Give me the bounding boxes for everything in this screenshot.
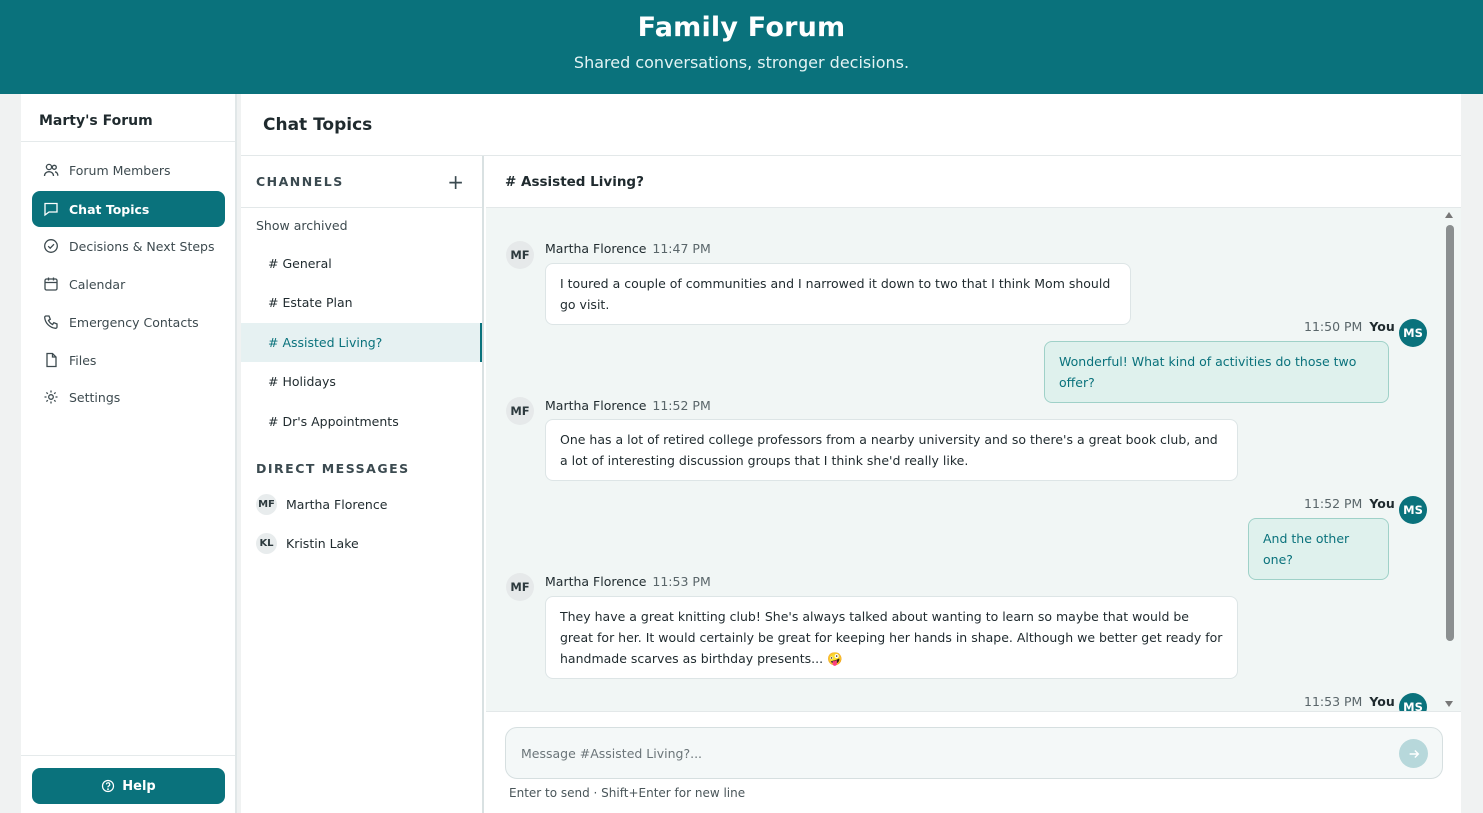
channel-title: # Assisted Living? <box>486 156 1461 208</box>
forum-name: Marty's Forum <box>21 94 235 142</box>
sidebar-footer: Help <box>21 755 235 813</box>
channel-item-drs-appointments[interactable]: # Dr's Appointments <box>241 402 482 441</box>
avatar: MF <box>506 397 534 425</box>
sidebar: Marty's Forum Forum Members Chat Topics … <box>21 94 237 813</box>
dm-name: Martha Florence <box>286 497 388 512</box>
message-time: 11:47 PM <box>652 241 711 256</box>
sidebar-item-emergency-contacts[interactable]: Emergency Contacts <box>32 304 225 340</box>
message-meta: Martha Florence 11:52 PM <box>545 398 711 413</box>
message-composer: Enter to send · Shift+Enter for new line <box>486 711 1461 813</box>
message-bubble: Wonderful! What kind of activities do th… <box>1044 341 1389 403</box>
show-archived-link[interactable]: Show archived <box>256 218 348 233</box>
gear-icon <box>44 390 58 404</box>
channels-header: CHANNELS + <box>241 156 482 208</box>
scrollbar[interactable] <box>1444 208 1454 711</box>
message-list[interactable]: MF Martha Florence 11:47 PM I toured a co… <box>486 208 1461 711</box>
check-circle-icon <box>44 239 58 253</box>
chat-bubble-icon <box>44 202 58 217</box>
message-time: 11:52 PM <box>652 398 711 413</box>
help-circle-icon <box>102 779 115 793</box>
dm-item-martha-florence[interactable]: MF Martha Florence <box>256 494 387 515</box>
message-meta: Martha Florence 11:47 PM <box>545 241 711 256</box>
message-time: 11:53 PM <box>652 574 711 589</box>
calendar-icon <box>44 277 58 291</box>
file-icon <box>46 352 57 368</box>
message-author: Martha Florence <box>545 398 647 413</box>
message-meta: 11:53 PM You <box>1304 694 1395 709</box>
sidebar-item-label: Chat Topics <box>69 201 150 217</box>
sidebar-item-chat-topics[interactable]: Chat Topics <box>32 191 225 227</box>
channel-item-general[interactable]: # General <box>241 244 482 283</box>
sidebar-item-calendar[interactable]: Calendar <box>32 266 225 302</box>
avatar: MS <box>1399 693 1427 711</box>
avatar: KL <box>256 533 277 554</box>
app-subtitle: Shared conversations, stronger decisions… <box>573 53 910 72</box>
composer-hint: Enter to send · Shift+Enter for new line <box>509 786 746 800</box>
message-bubble: And the other one? <box>1248 518 1389 580</box>
page-title: Chat Topics <box>241 94 1461 156</box>
help-button[interactable]: Help <box>32 768 225 804</box>
message-time: 11:52 PM <box>1304 496 1363 511</box>
message-author: Martha Florence <box>545 241 647 256</box>
scroll-thumb[interactable] <box>1446 225 1454 641</box>
app-header: Family Forum Shared conversations, stron… <box>0 0 1483 94</box>
avatar: MS <box>1399 496 1427 524</box>
message-time: 11:50 PM <box>1304 319 1363 334</box>
message-time: 11:53 PM <box>1304 694 1363 709</box>
send-button[interactable] <box>1399 739 1428 768</box>
sidebar-item-label: Settings <box>69 389 121 405</box>
sidebar-item-label: Files <box>69 352 97 368</box>
avatar: MF <box>506 573 534 601</box>
message-author: You <box>1369 694 1395 709</box>
channels-panel: CHANNELS + Show archived # General # Est… <box>241 156 484 813</box>
message-meta: 11:52 PM You <box>1304 496 1395 511</box>
message-bubble: One has a lot of retired college profess… <box>545 419 1238 481</box>
add-channel-icon[interactable]: + <box>447 172 464 192</box>
users-icon <box>43 163 59 177</box>
channel-item-holidays[interactable]: # Holidays <box>241 362 482 401</box>
sidebar-item-label: Calendar <box>69 276 126 292</box>
message-author: You <box>1369 496 1395 511</box>
scroll-up-icon[interactable] <box>1445 212 1453 218</box>
message-meta: 11:50 PM You <box>1304 319 1395 334</box>
message-author: Martha Florence <box>545 574 647 589</box>
message-bubble: They have a great knitting club! She's a… <box>545 596 1238 679</box>
message-input[interactable] <box>505 727 1443 779</box>
arrow-right-icon <box>1409 749 1419 758</box>
sidebar-item-settings[interactable]: Settings <box>32 379 225 415</box>
main-panel: Chat Topics CHANNELS + Show archived # G… <box>241 94 1461 813</box>
avatar: MF <box>256 494 277 515</box>
scroll-down-icon[interactable] <box>1445 701 1453 707</box>
sidebar-item-forum-members[interactable]: Forum Members <box>32 152 225 188</box>
dm-name: Kristin Lake <box>286 536 359 551</box>
sidebar-item-files[interactable]: Files <box>32 342 225 378</box>
dm-item-kristin-lake[interactable]: KL Kristin Lake <box>256 533 359 554</box>
app-title: Family Forum <box>637 12 846 43</box>
phone-icon <box>44 315 58 329</box>
message-author: You <box>1369 319 1395 334</box>
chat-panel: # Assisted Living? MF Martha Florence 11:… <box>486 156 1461 813</box>
avatar: MF <box>506 241 534 269</box>
sidebar-item-decisions[interactable]: Decisions & Next Steps <box>32 228 225 264</box>
channel-item-assisted-living[interactable]: # Assisted Living? <box>241 323 482 362</box>
sidebar-item-label: Decisions & Next Steps <box>69 238 215 254</box>
channels-heading: CHANNELS <box>256 174 344 189</box>
direct-messages-heading: DIRECT MESSAGES <box>256 461 410 476</box>
channel-item-estate-plan[interactable]: # Estate Plan <box>241 283 482 322</box>
help-label: Help <box>122 778 156 794</box>
sidebar-item-label: Emergency Contacts <box>69 314 199 330</box>
sidebar-item-label: Forum Members <box>69 162 171 178</box>
message-meta: Martha Florence 11:53 PM <box>545 574 711 589</box>
avatar: MS <box>1399 319 1427 347</box>
message-bubble: I toured a couple of communities and I n… <box>545 263 1131 325</box>
